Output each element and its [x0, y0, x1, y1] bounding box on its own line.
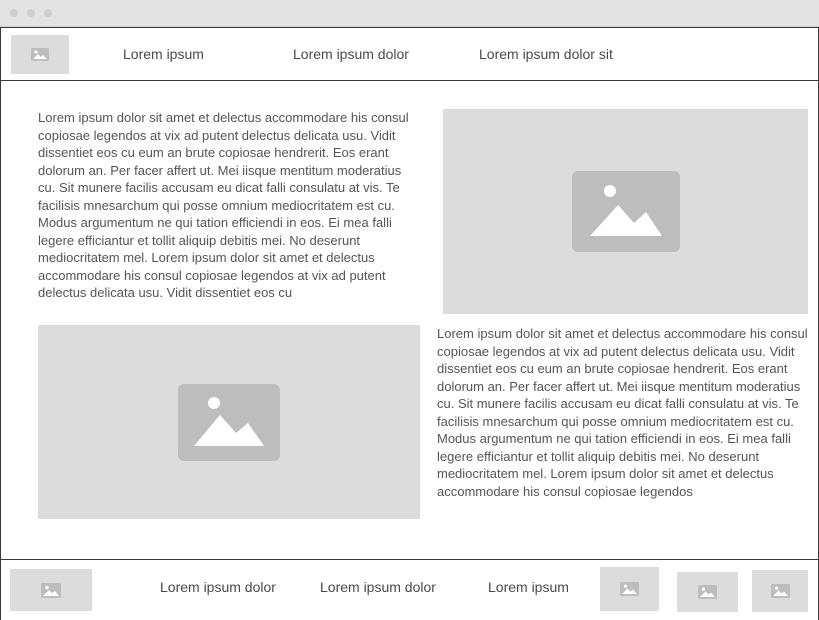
window-close-dot[interactable] — [10, 9, 18, 17]
image-placeholder-icon — [571, 171, 680, 252]
nav-link-1[interactable]: Lorem ipsum — [123, 46, 204, 62]
image-placeholder-icon — [698, 585, 717, 599]
window-minimize-dot[interactable] — [27, 9, 35, 17]
footer-social-icon-1[interactable] — [600, 567, 659, 611]
logo-placeholder[interactable] — [11, 35, 69, 74]
footer: Lorem ipsum dolor Lorem ipsum dolor Lore… — [0, 559, 819, 620]
image-placeholder-icon — [41, 582, 61, 598]
nav-link-3[interactable]: Lorem ipsum dolor sit — [479, 46, 613, 62]
image-placeholder-icon — [770, 584, 790, 598]
image-placeholder-icon — [31, 48, 49, 61]
footer-link-3[interactable]: Lorem ipsum — [488, 579, 569, 595]
footer-social-icon-3[interactable] — [752, 570, 808, 612]
content-image-placeholder — [38, 325, 420, 519]
image-placeholder-icon — [178, 383, 280, 461]
image-placeholder-icon — [620, 582, 639, 596]
window-titlebar — [0, 0, 819, 27]
footer-link-1[interactable]: Lorem ipsum dolor — [160, 579, 276, 595]
footer-social-icon-2[interactable] — [677, 572, 738, 612]
window-maximize-dot[interactable] — [44, 9, 52, 17]
paragraph-2: Lorem ipsum dolor sit amet et delectus a… — [437, 326, 808, 499]
nav-link-2[interactable]: Lorem ipsum dolor — [293, 46, 409, 62]
top-nav: Lorem ipsum Lorem ipsum dolor Lorem ipsu… — [0, 27, 819, 81]
paragraph-1: Lorem ipsum dolor sit amet et delectus a… — [38, 110, 409, 300]
footer-logo-placeholder[interactable] — [10, 569, 92, 611]
footer-link-2[interactable]: Lorem ipsum dolor — [320, 579, 436, 595]
hero-image-placeholder — [443, 109, 808, 314]
